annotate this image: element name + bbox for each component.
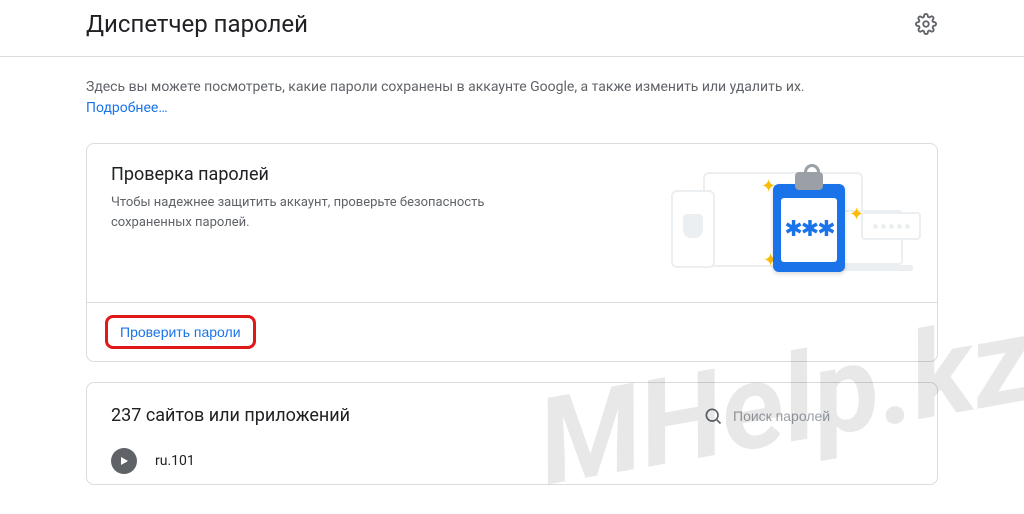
settings-button[interactable] [914,12,938,36]
saved-count-title: 237 сайтов или приложений [111,405,350,426]
saved-passwords-card: 237 сайтов или приложений ru.101 [86,382,938,485]
search-icon [703,406,723,426]
gear-icon [915,13,937,35]
checkup-description: Чтобы надежнее защитить аккаунт, проверь… [111,193,531,232]
site-name: ru.101 [155,453,195,469]
intro-text: Здесь вы можете посмотреть, какие пароли… [86,77,938,119]
intro-description: Здесь вы можете посмотреть, какие пароли… [86,79,805,95]
search-input[interactable] [733,408,913,424]
clipboard-mask: ✱✱✱ [781,198,837,262]
site-row[interactable]: ru.101 [87,436,937,484]
check-passwords-button[interactable]: Проверить пароли [105,315,256,349]
learn-more-link[interactable]: Подробнее… [86,100,168,116]
sparkle-icon: ✦ [849,204,864,225]
play-icon [118,455,130,467]
page-title: Диспетчер паролей [86,10,308,38]
checkup-title: Проверка паролей [111,164,531,185]
clipboard-icon: ✱✱✱ [773,184,845,272]
password-checkup-card: Проверка паролей Чтобы надежнее защитить… [86,143,938,362]
site-favicon [111,448,137,474]
checkup-illustration: ✦ ✦ ✦ ✱✱✱ [653,164,913,284]
